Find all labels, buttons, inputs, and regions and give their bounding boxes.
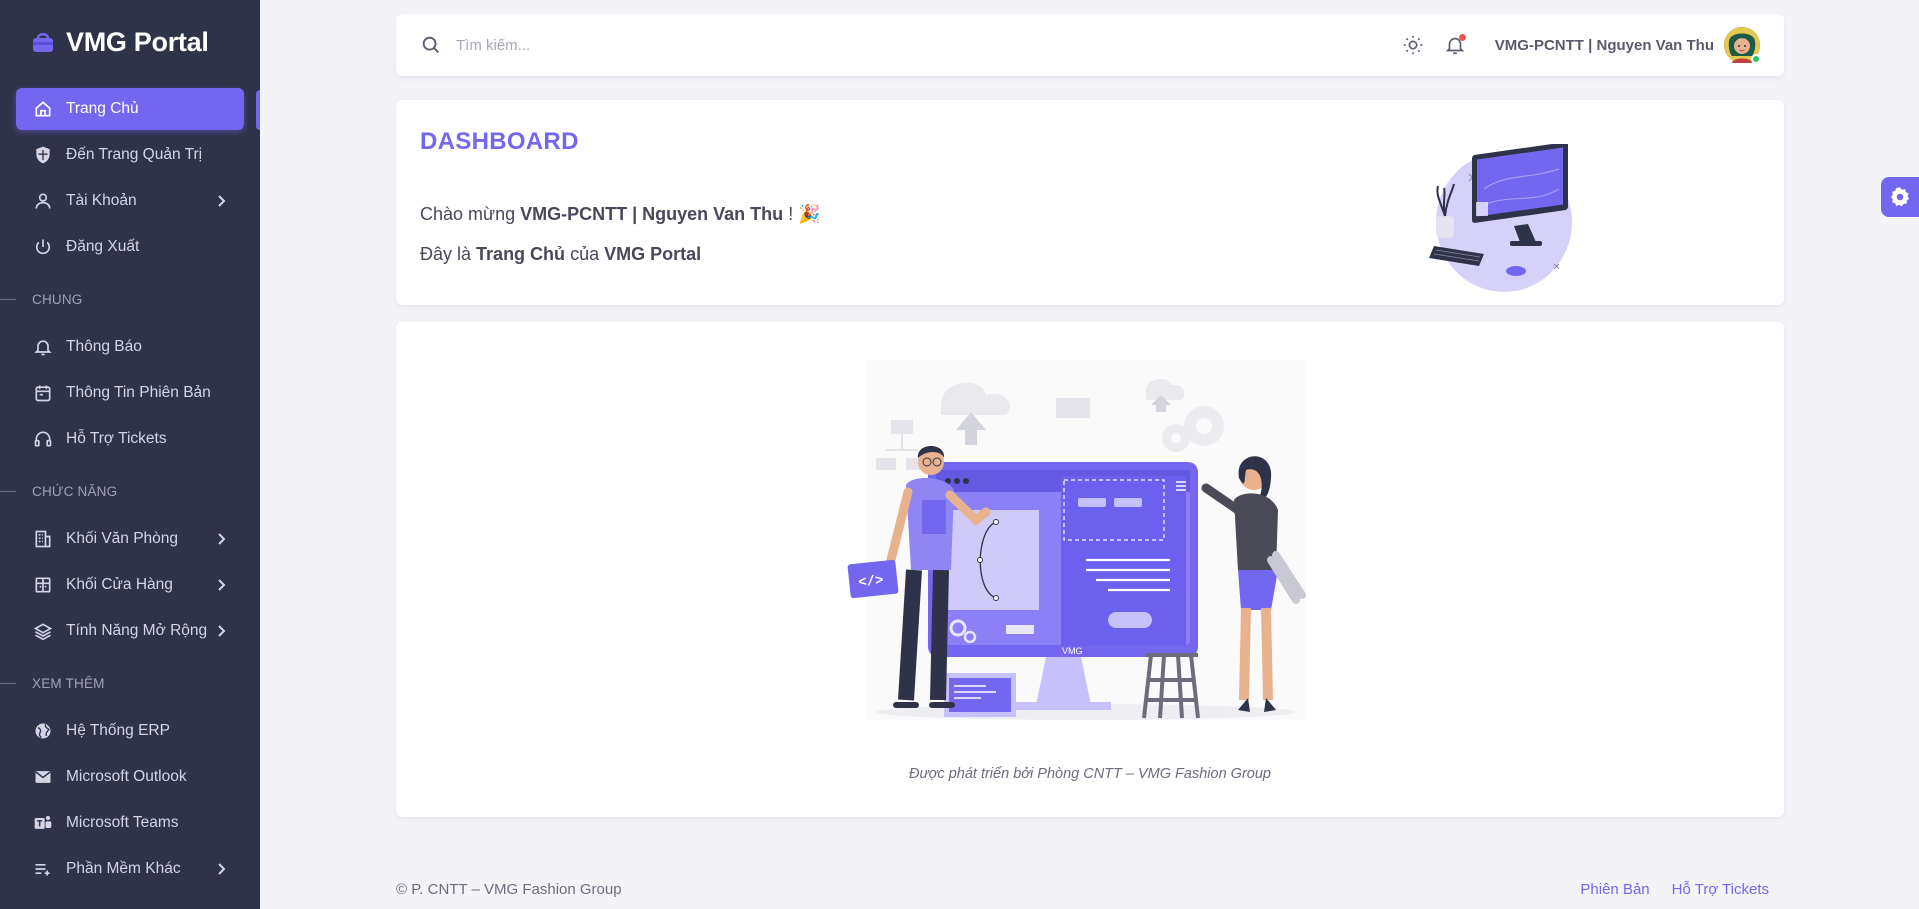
sidebar-menu: Trang Chủ Đến Trang Quản Trị Tài Khoản Đ… (0, 88, 260, 268)
greeting-suffix: ! 🎉 (788, 204, 821, 224)
bag-logo-icon (33, 33, 53, 52)
sidebar-item-store-block[interactable]: Khối Cửa Hàng (16, 564, 244, 606)
headset-icon (32, 428, 54, 450)
home-icon (32, 98, 54, 120)
page-title: DASHBOARD (420, 128, 579, 155)
welcome-message: Chào mừng VMG-PCNTT | Nguyen Van Thu ! 🎉 (420, 204, 821, 225)
sidebar-item-support-tickets[interactable]: Hỗ Trợ Tickets (16, 418, 244, 460)
footer-copyright: © P. CNTT – VMG Fashion Group (396, 881, 622, 898)
footer-version-link[interactable]: Phiên Bản (1580, 881, 1649, 898)
sidebar-item-account[interactable]: Tài Khoản (16, 180, 244, 222)
globe-icon (32, 720, 54, 742)
sidebar-item-label: Khối Cửa Hàng (66, 576, 173, 593)
bell-icon (32, 336, 54, 358)
footer-links: Phiên Bản Hỗ Trợ Tickets (1580, 881, 1769, 898)
welcome-card: DASHBOARD Chào mừng VMG-PCNTT | Nguyen V… (396, 100, 1784, 305)
search-input[interactable] (456, 36, 1383, 54)
top-navbar: VMG-PCNTT | Nguyen Van Thu (396, 14, 1784, 76)
theme-customizer-button[interactable] (1881, 177, 1919, 217)
chevron-right-icon (218, 863, 226, 875)
power-icon (32, 236, 54, 258)
sidebar-item-label: Trang Chủ (66, 100, 139, 117)
sidebar-item-office-block[interactable]: Khối Văn Phòng (16, 518, 244, 560)
chevron-right-icon (218, 533, 226, 545)
sidebar-item-admin[interactable]: Đến Trang Quản Trị (16, 134, 244, 176)
sidebar-menu-more: Hệ Thống ERP Microsoft Outlook Microsoft… (0, 710, 260, 890)
store-icon (32, 574, 54, 596)
notification-bell-icon[interactable] (1443, 33, 1467, 57)
chevron-right-icon (218, 579, 226, 591)
sidebar-item-label: Hệ Thống ERP (66, 722, 170, 739)
user-name[interactable]: VMG-PCNTT | Nguyen Van Thu (1495, 37, 1714, 54)
sidebar-item-label: Khối Văn Phòng (66, 530, 179, 547)
sidebar-item-label: Đến Trang Quản Trị (66, 146, 203, 163)
sidebar-item-label: Thông Tin Phiên Bản (66, 384, 211, 401)
sidebar-item-teams[interactable]: Microsoft Teams (16, 802, 244, 844)
online-status-dot (1751, 54, 1761, 64)
sidebar-item-label: Tính Năng Mở Rộng (66, 622, 208, 639)
sidebar-item-other-software[interactable]: Phần Mềm Khác (16, 848, 244, 890)
menu-header-more: XEM THÊM (0, 660, 260, 706)
sidebar-item-label: Tài Khoản (66, 192, 137, 209)
sidebar-item-label: Đăng Xuất (66, 238, 140, 255)
desk-computer-illustration (1429, 144, 1572, 292)
sidebar-item-extensions[interactable]: Tính Năng Mở Rộng (16, 610, 244, 652)
sidebar: VMG Portal Trang Chủ Đến Trang Quản Trị … (0, 0, 260, 909)
sidebar-menu-general: Thông Báo Thông Tin Phiên Bản Hỗ Trợ Tic… (0, 326, 260, 460)
user-icon (32, 190, 54, 212)
greeting-prefix: Chào mừng (420, 204, 516, 224)
subtitle-mid: của (570, 244, 600, 264)
welcome-subtitle: Đây là Trang Chủ của VMG Portal (420, 244, 701, 265)
subtitle-page: Trang Chủ (476, 244, 566, 264)
sidebar-item-notifications[interactable]: Thông Báo (16, 326, 244, 368)
subtitle-app: VMG Portal (604, 244, 702, 264)
active-marker (256, 90, 260, 130)
menu-header-general: CHUNG (0, 276, 260, 322)
subtitle-prefix: Đây là (420, 244, 472, 264)
sidebar-item-logout[interactable]: Đăng Xuất (16, 226, 244, 268)
layers-icon (32, 620, 54, 642)
svg-text:</>: </> (858, 573, 885, 592)
sidebar-menu-functions: Khối Văn Phòng Khối Cửa Hàng Tính Năng M… (0, 518, 260, 652)
sidebar-item-label: Thông Báo (66, 338, 142, 355)
illustration-card: VMG </> Được phát triển bởi Phòng CNTT –… (396, 322, 1784, 817)
screen-label: VMG (1062, 646, 1083, 656)
designers-illustration: VMG </> (847, 360, 1306, 720)
sun-icon[interactable] (1401, 33, 1425, 57)
sidebar-item-label: Phần Mềm Khác (66, 860, 181, 877)
avatar[interactable] (1724, 27, 1761, 64)
teams-icon (32, 812, 54, 834)
mail-icon (32, 766, 54, 788)
notification-dot (1458, 34, 1466, 41)
sidebar-item-outlook[interactable]: Microsoft Outlook (16, 756, 244, 798)
developer-credit: Được phát triển bởi Phòng CNTT – VMG Fas… (909, 766, 1271, 782)
sidebar-item-label: Hỗ Trợ Tickets (66, 430, 167, 447)
brand[interactable]: VMG Portal (0, 0, 260, 84)
greeting-user: VMG-PCNTT | Nguyen Van Thu (520, 204, 784, 224)
footer-support-link[interactable]: Hỗ Trợ Tickets (1672, 881, 1769, 898)
sidebar-item-label: Microsoft Teams (66, 814, 179, 831)
building-icon (32, 528, 54, 550)
gear-icon (1890, 187, 1910, 207)
sidebar-item-home[interactable]: Trang Chủ (16, 88, 260, 130)
sidebar-item-erp[interactable]: Hệ Thống ERP (16, 710, 244, 752)
sidebar-item-label: Microsoft Outlook (66, 768, 187, 785)
sidebar-item-version-info[interactable]: Thông Tin Phiên Bản (16, 372, 244, 414)
list-add-icon (32, 858, 54, 880)
menu-header-functions: CHỨC NĂNG (0, 468, 260, 514)
shield-icon (32, 144, 54, 166)
brand-name: VMG Portal (66, 26, 209, 57)
chevron-right-icon (218, 625, 226, 637)
calendar-icon (32, 382, 54, 404)
search-icon[interactable] (420, 34, 442, 56)
chevron-right-icon (218, 195, 226, 207)
